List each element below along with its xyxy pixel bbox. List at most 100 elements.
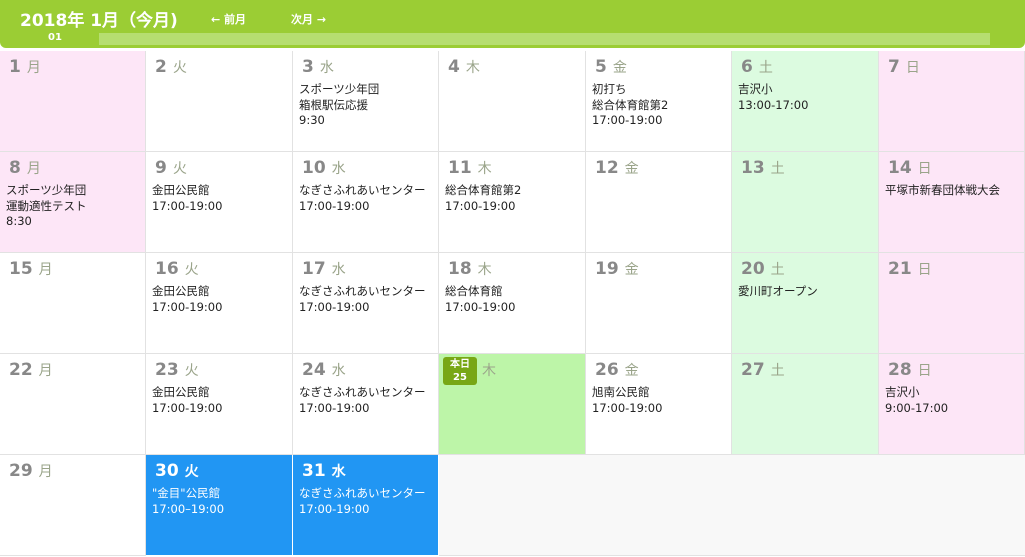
day-cell[interactable]: 24 水なぎさふれあいセンター 17:00-19:00 [293,354,439,455]
day-cell[interactable]: 5 金初打ち 総合体育館第2 17:00-19:00 [586,51,732,152]
day-number: 27 土 [741,360,785,380]
day-cell[interactable]: 15 月 [0,253,146,354]
day-cell[interactable]: 19 金 [586,253,732,354]
event-entry[interactable]: なぎさふれあいセンター 17:00-19:00 [299,486,434,517]
day-cell[interactable]: 14 日平塚市新春団体戦大会 [879,152,1025,253]
event-entry[interactable]: 金田公民館 17:00-19:00 [152,183,288,214]
event-text: 17:00-19:00 [445,198,516,213]
day-number: 7日 [888,57,920,77]
event-entry[interactable]: 総合体育館第2 17:00-19:00 [445,183,581,214]
event-entry[interactable]: 初打ち 総合体育館第2 17:00-19:00 [592,82,727,129]
weekday-label: 火 [172,60,187,76]
day-number-value: 29 [9,461,33,481]
event-text: 17:00-19:00 [299,299,370,314]
day-number-value: 9 [155,158,167,178]
weekday-label: 土 [758,60,773,76]
day-cell[interactable]: 27 土 [732,354,879,455]
day-cell[interactable]: 7日 [879,51,1025,152]
day-number-value: 1 [9,57,21,77]
day-cell[interactable]: 30 火 "金目"公民館 17:00–19:00 [146,455,293,556]
event-entry[interactable]: 吉沢小 13:00-17:00 [738,82,874,113]
next-month-link[interactable]: 次月 → [291,11,326,27]
day-number: 3水 [302,57,334,77]
day-number-value: 8 [9,158,21,178]
weekday-label: 火 [172,161,187,177]
day-cell[interactable]: 28 日吉沢小 9:00-17:00 [879,354,1025,455]
day-number: 31 水 [302,461,346,481]
day-number-value: 3 [302,57,314,77]
event-text: 旭南公民館 [592,385,650,399]
event-text: 金田公民館 [152,183,210,197]
event-text: なぎさふれあいセンター [299,183,426,197]
event-entry[interactable]: 総合体育館 17:00-19:00 [445,284,581,315]
event-entry[interactable]: 金田公民館 17:00-19:00 [152,284,288,315]
day-cell[interactable]: 29 月 [0,455,146,556]
day-number-value: 31 [302,461,326,481]
day-number-value: 15 [9,259,33,279]
day-cell[interactable]: 16 火金田公民館 17:00-19:00 [146,253,293,354]
event-text: 17:00-19:00 [445,299,516,314]
day-number: 5金 [595,57,627,77]
weekday-label: 木 [482,363,496,379]
day-cell[interactable]: 18 木総合体育館 17:00-19:00 [439,253,586,354]
weekday-label: 金 [624,161,639,177]
event-entry[interactable]: スポーツ少年団 運動適性テスト 8:30 [6,183,141,230]
event-entry[interactable]: なぎさふれあいセンター 17:00-19:00 [299,284,434,315]
day-cell[interactable]: 13 土 [732,152,879,253]
day-cell[interactable]: 26 金旭南公民館 17:00-19:00 [586,354,732,455]
event-entry[interactable]: "金目"公民館 17:00–19:00 [152,486,288,517]
day-cell[interactable]: 本日 25 木 [439,354,586,455]
day-cell[interactable]: 20 土愛川町オープン [732,253,879,354]
day-number-value: 11 [448,158,472,178]
event-entry[interactable]: なぎさふれあいセンター 17:00-19:00 [299,385,434,416]
day-number: 22 月 [9,360,53,380]
day-cell[interactable]: 3 水スポーツ少年団 箱根駅伝応援 9:30 [293,51,439,152]
day-cell[interactable]: 8 月スポーツ少年団 運動適性テスト 8:30 [0,152,146,253]
day-tab[interactable]: 01 [48,32,62,43]
day-number-value: 5 [595,57,607,77]
day-number: 28 日 [888,360,932,380]
day-cell[interactable]: 4木 [439,51,586,152]
day-number: 18 木 [448,259,492,279]
event-text: スポーツ少年団 [299,82,380,96]
event-entry[interactable]: 愛川町オープン [738,284,874,300]
day-number-value: 22 [9,360,33,380]
event-text: 17:00–19:00 [152,501,225,516]
day-cell[interactable]: 21 日 [879,253,1025,354]
event-entry[interactable]: スポーツ少年団 箱根駅伝応援 9:30 [299,82,434,129]
day-cell[interactable]: 9 火金田公民館 17:00-19:00 [146,152,293,253]
day-cell[interactable]: 17 水なぎさふれあいセンター 17:00-19:00 [293,253,439,354]
event-text: 17:00-19:00 [592,113,663,127]
month-title: 2018年 1月（今月) [20,11,178,31]
day-number: 6土 [741,57,773,77]
day-cell[interactable]: 6 土吉沢小 13:00-17:00 [732,51,879,152]
day-cell[interactable]: 1月 [0,51,146,152]
prev-month-link[interactable]: ← 前月 [211,11,246,27]
day-number: 30 火 [155,461,199,481]
event-entry[interactable]: 旭南公民館 17:00-19:00 [592,385,727,416]
weekday-label: 火 [184,464,199,480]
weekday-label: 水 [331,363,346,379]
day-number-value: 4 [448,57,460,77]
event-text: 17:00-19:00 [152,198,223,213]
today-badge-label: 本日 [450,359,470,370]
day-cell[interactable]: 2火 [146,51,293,152]
day-number: 16 火 [155,259,199,279]
event-entry[interactable]: 吉沢小 9:00-17:00 [885,385,1020,416]
day-cell[interactable]: 11 木総合体育館第2 17:00-19:00 [439,152,586,253]
empty-cell [879,455,1025,556]
event-entry[interactable]: 金田公民館 17:00-19:00 [152,385,288,416]
day-number: 21 日 [888,259,932,279]
event-entry[interactable]: 平塚市新春団体戦大会 [885,183,1020,199]
weekday-label: 日 [905,60,920,76]
event-entry[interactable]: なぎさふれあいセンター 17:00-19:00 [299,183,434,214]
event-text: 8:30 [6,214,32,228]
day-cell[interactable]: 10 水なぎさふれあいセンター 17:00-19:00 [293,152,439,253]
empty-cell [439,455,586,556]
day-cell[interactable]: 22 月 [0,354,146,455]
day-number-value: 14 [888,158,912,178]
day-number: 29 月 [9,461,53,481]
day-cell[interactable]: 31 水なぎさふれあいセンター 17:00-19:00 [293,455,439,556]
day-cell[interactable]: 23 火金田公民館 17:00-19:00 [146,354,293,455]
day-cell[interactable]: 12 金 [586,152,732,253]
